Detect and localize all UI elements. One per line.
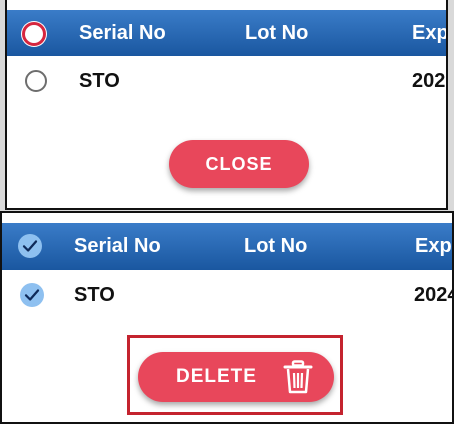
- column-exp[interactable]: Exp: [415, 223, 452, 269]
- serial-list-dialog-unselected: Serial No Lot No Exp STO 202 CLOSE: [5, 0, 448, 210]
- select-all-radio[interactable]: [22, 22, 46, 46]
- delete-button[interactable]: DELETE: [138, 352, 334, 402]
- table-row[interactable]: STO 202: [7, 60, 446, 102]
- column-exp[interactable]: Exp: [412, 10, 446, 56]
- table-header: Serial No Lot No Exp: [2, 223, 452, 270]
- select-all-checkbox[interactable]: [18, 234, 42, 258]
- table-row[interactable]: STO 2024: [2, 274, 452, 316]
- expiry-cell: 202: [412, 70, 446, 92]
- row-select-radio[interactable]: [25, 70, 47, 92]
- row-select-checkbox[interactable]: [20, 283, 44, 307]
- serial-list-dialog-selected: Serial No Lot No Exp STO 2024 DELETE: [0, 211, 454, 424]
- column-lot-no[interactable]: Lot No: [244, 223, 307, 269]
- checkmark-icon: [22, 240, 38, 252]
- serial-no-cell: STO: [74, 284, 115, 306]
- expiry-cell: 2024: [414, 284, 452, 306]
- column-serial-no[interactable]: Serial No: [79, 10, 166, 56]
- column-lot-no[interactable]: Lot No: [245, 10, 308, 56]
- checkmark-icon: [24, 289, 40, 301]
- trash-icon: [283, 360, 313, 394]
- serial-no-cell: STO: [79, 70, 120, 92]
- close-button[interactable]: CLOSE: [169, 140, 309, 188]
- column-serial-no[interactable]: Serial No: [74, 223, 161, 269]
- table-header: Serial No Lot No Exp: [7, 10, 446, 56]
- delete-button-label: DELETE: [176, 366, 257, 387]
